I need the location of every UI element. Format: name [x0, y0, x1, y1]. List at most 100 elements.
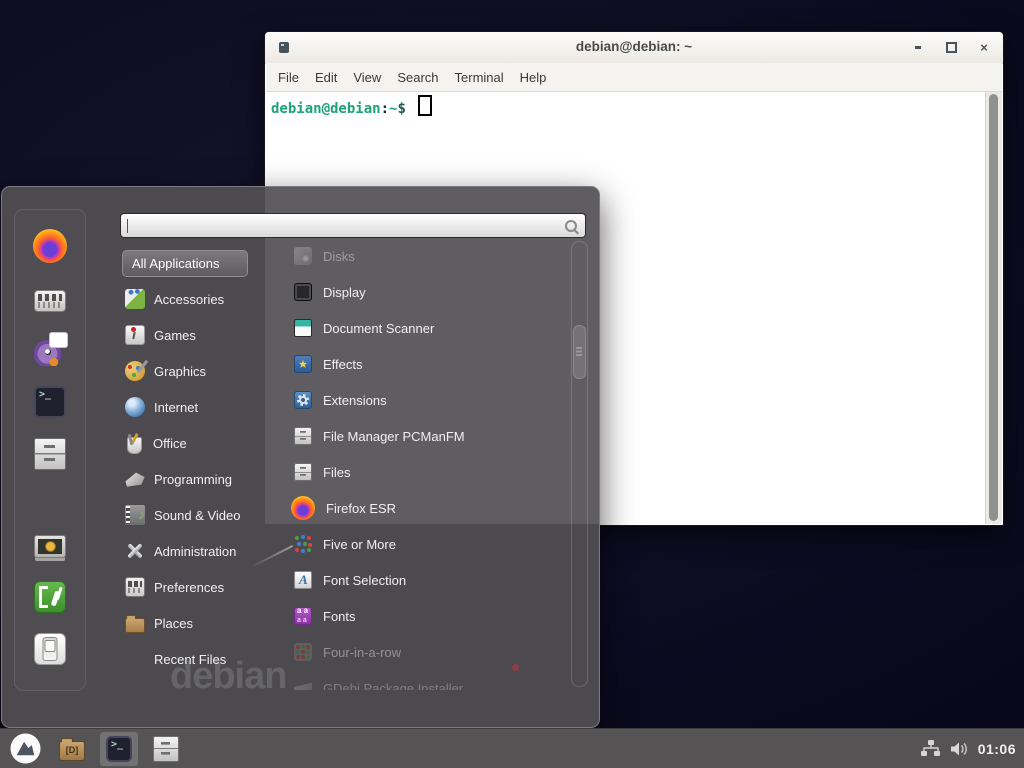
category-label: Sound & Video [154, 508, 241, 523]
cabinet-icon [153, 736, 179, 762]
category-label: Places [154, 616, 193, 631]
prompt-colon: : [381, 101, 389, 117]
app-item-extensions[interactable]: Extensions [283, 382, 569, 418]
category-item-internet[interactable]: Internet [123, 389, 273, 425]
terminal-menubar: FileEditViewSearchTerminalHelp [266, 63, 1002, 92]
taskbar-launcher-desktop-folder[interactable] [53, 732, 91, 766]
favorite-file-manager[interactable] [20, 428, 80, 480]
category-label: Accessories [154, 292, 224, 307]
games-icon [125, 325, 145, 345]
favorite-firefox[interactable] [20, 220, 80, 272]
app-label: Extensions [323, 393, 387, 408]
search-input[interactable] [127, 216, 561, 235]
menubar-item-file[interactable]: File [270, 70, 307, 85]
category-item-games[interactable]: Games [123, 317, 273, 353]
category-item-preferences[interactable]: Preferences [123, 569, 273, 605]
font-selection-icon [294, 571, 312, 589]
folder-icon [59, 741, 85, 761]
effects-icon [294, 355, 312, 373]
maximize-icon [946, 42, 957, 53]
favorite-shutdown[interactable] [20, 623, 80, 675]
app-item-five-or-more[interactable]: Five or More [283, 526, 569, 562]
taskbar: 01:06 [0, 728, 1024, 768]
category-label: Administration [154, 544, 236, 559]
taskbar-launcher-terminal[interactable] [100, 732, 138, 766]
menu-scrollbar-thumb[interactable] [573, 325, 586, 379]
app-item-fonts[interactable]: Fonts [283, 598, 569, 634]
search-box[interactable] [120, 213, 586, 238]
app-label: File Manager PCManFM [323, 429, 465, 444]
category-item-administration[interactable]: Administration [123, 533, 273, 569]
menu-scrollbar[interactable] [571, 241, 588, 687]
menubar-item-help[interactable]: Help [512, 70, 555, 85]
close-button[interactable]: × [977, 41, 991, 55]
app-item-files[interactable]: Files [283, 454, 569, 490]
all-applications-button[interactable]: All Applications [122, 250, 248, 277]
category-item-office[interactable]: Office [123, 425, 273, 461]
category-item-programming[interactable]: Programming [123, 461, 273, 497]
maximize-button[interactable] [944, 41, 958, 55]
favorite-log-out[interactable] [20, 571, 80, 623]
clock[interactable]: 01:06 [978, 741, 1016, 757]
log-out-icon [34, 581, 66, 613]
category-item-accessories[interactable]: Accessories [123, 281, 273, 317]
terminal-scrollbar-thumb[interactable] [989, 94, 998, 521]
shutdown-icon [34, 633, 66, 665]
app-label: Font Selection [323, 573, 406, 588]
category-label: Recent Files [154, 652, 226, 667]
category-item-recent-files[interactable]: Recent Files [123, 641, 273, 677]
app-item-gdebi-package-installer[interactable]: GDebi Package Installer [283, 670, 569, 690]
category-item-places[interactable]: Places [123, 605, 273, 641]
category-label: Games [154, 328, 196, 343]
app-item-document-scanner[interactable]: Document Scanner [283, 310, 569, 346]
menubar-item-terminal[interactable]: Terminal [447, 70, 512, 85]
app-label: Four-in-a-row [323, 645, 401, 660]
taskbar-launcher-file-manager[interactable] [147, 732, 185, 766]
app-label: Effects [323, 357, 363, 372]
search-icon [565, 220, 577, 232]
app-item-four-in-a-row[interactable]: Four-in-a-row [283, 634, 569, 670]
category-item-graphics[interactable]: Graphics [123, 353, 273, 389]
app-item-display[interactable]: Display [283, 274, 569, 310]
menu-button[interactable] [8, 732, 42, 766]
firefox-icon [33, 229, 67, 263]
terminal-scrollbar[interactable] [985, 92, 1002, 524]
terminal-title: debian@debian: ~ [265, 39, 1003, 54]
menubar-item-view[interactable]: View [345, 70, 389, 85]
terminal-icon [34, 386, 66, 418]
four-in-a-row-icon [294, 643, 312, 661]
five-or-more-icon [294, 535, 312, 553]
category-label: Preferences [154, 580, 224, 595]
app-item-effects[interactable]: Effects [283, 346, 569, 382]
app-item-disks[interactable]: Disks [283, 238, 569, 274]
fonts-icon [294, 607, 312, 625]
minimize-button[interactable] [911, 41, 925, 55]
display-icon [294, 283, 312, 301]
favorite-lock-screen[interactable] [20, 519, 80, 571]
minimize-icon [915, 46, 921, 49]
menubar-item-edit[interactable]: Edit [307, 70, 345, 85]
control-center-icon [34, 290, 66, 312]
favorite-terminal[interactable] [20, 376, 80, 428]
terminal-titlebar[interactable]: debian@debian: ~ × [265, 32, 1003, 64]
application-list: Disks DisplayDocument Scanner Effects Exten… [283, 238, 569, 690]
administration-icon [125, 541, 145, 561]
favorite-control-center[interactable] [20, 272, 80, 324]
document-scanner-icon [294, 319, 312, 337]
prompt-user-host: debian@debian [271, 101, 381, 117]
network-icon[interactable] [921, 740, 941, 757]
all-applications-label: All Applications [132, 256, 219, 271]
menubar-item-search[interactable]: Search [389, 70, 446, 85]
app-item-font-selection[interactable]: Font Selection [283, 562, 569, 598]
app-label: Files [323, 465, 350, 480]
app-label: Disks [323, 249, 355, 264]
category-item-sound-video[interactable]: Sound & Video [123, 497, 273, 533]
sound-video-icon [125, 505, 145, 525]
app-item-file-manager-pcmanfm[interactable]: File Manager PCManFM [283, 418, 569, 454]
favorite-pidgin[interactable] [20, 324, 80, 376]
prompt-dollar: $ [397, 101, 405, 117]
gdebi-icon [294, 679, 312, 690]
app-item-firefox-esr[interactable]: Firefox ESR [283, 490, 569, 526]
volume-icon[interactable] [950, 741, 969, 757]
category-label: Programming [154, 472, 232, 487]
